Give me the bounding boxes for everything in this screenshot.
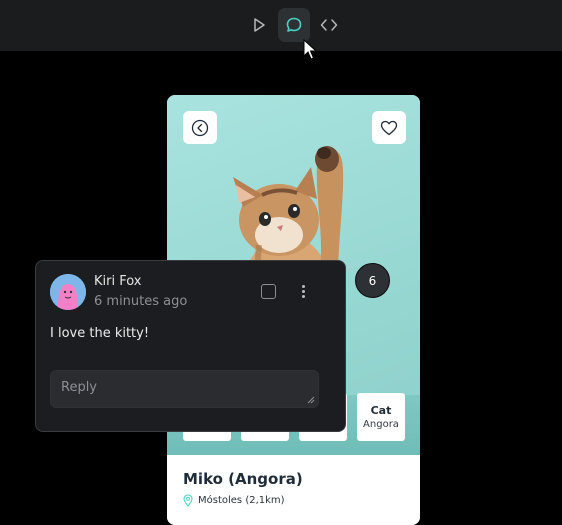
avatar-illustration xyxy=(50,274,86,310)
avatar xyxy=(50,274,86,310)
comments-button[interactable] xyxy=(278,8,310,42)
comment-message: I love the kitty! xyxy=(50,326,150,341)
reply-placeholder: Reply xyxy=(61,380,98,395)
species-label: Cat xyxy=(370,404,392,417)
comment-author: Kiri Fox xyxy=(94,274,142,289)
mouse-cursor-icon xyxy=(303,39,317,60)
code-button[interactable] xyxy=(313,8,345,42)
code-icon xyxy=(320,19,338,31)
card-info: Miko (Angora) Móstoles (2,1km) xyxy=(167,455,420,525)
pet-location: Móstoles (2,1km) xyxy=(183,494,285,507)
reply-input[interactable]: Reply xyxy=(50,370,319,408)
back-button[interactable] xyxy=(183,111,217,144)
comment-count: 6 xyxy=(368,273,377,288)
heart-icon xyxy=(380,120,398,135)
back-arrow-icon xyxy=(191,119,209,136)
comment-time: 6 minutes ago xyxy=(94,294,188,309)
location-text: Móstoles (2,1km) xyxy=(198,495,285,506)
species-chip: Cat Angora xyxy=(357,393,405,441)
favorite-button[interactable] xyxy=(372,111,406,144)
play-icon xyxy=(254,18,265,32)
location-pin-icon xyxy=(183,494,193,507)
play-button[interactable] xyxy=(243,8,275,42)
more-options-icon[interactable] xyxy=(298,281,308,301)
comment-popover: Kiri Fox 6 minutes ago I love the kitty!… xyxy=(35,260,346,432)
comment-icon xyxy=(286,17,302,32)
resize-handle-icon[interactable] xyxy=(307,396,315,404)
top-toolbar xyxy=(0,0,562,51)
resolve-checkbox[interactable] xyxy=(261,284,276,299)
pet-name: Miko (Angora) xyxy=(183,470,303,488)
breed-label: Angora xyxy=(363,419,399,430)
comment-count-badge[interactable]: 6 xyxy=(355,263,390,298)
